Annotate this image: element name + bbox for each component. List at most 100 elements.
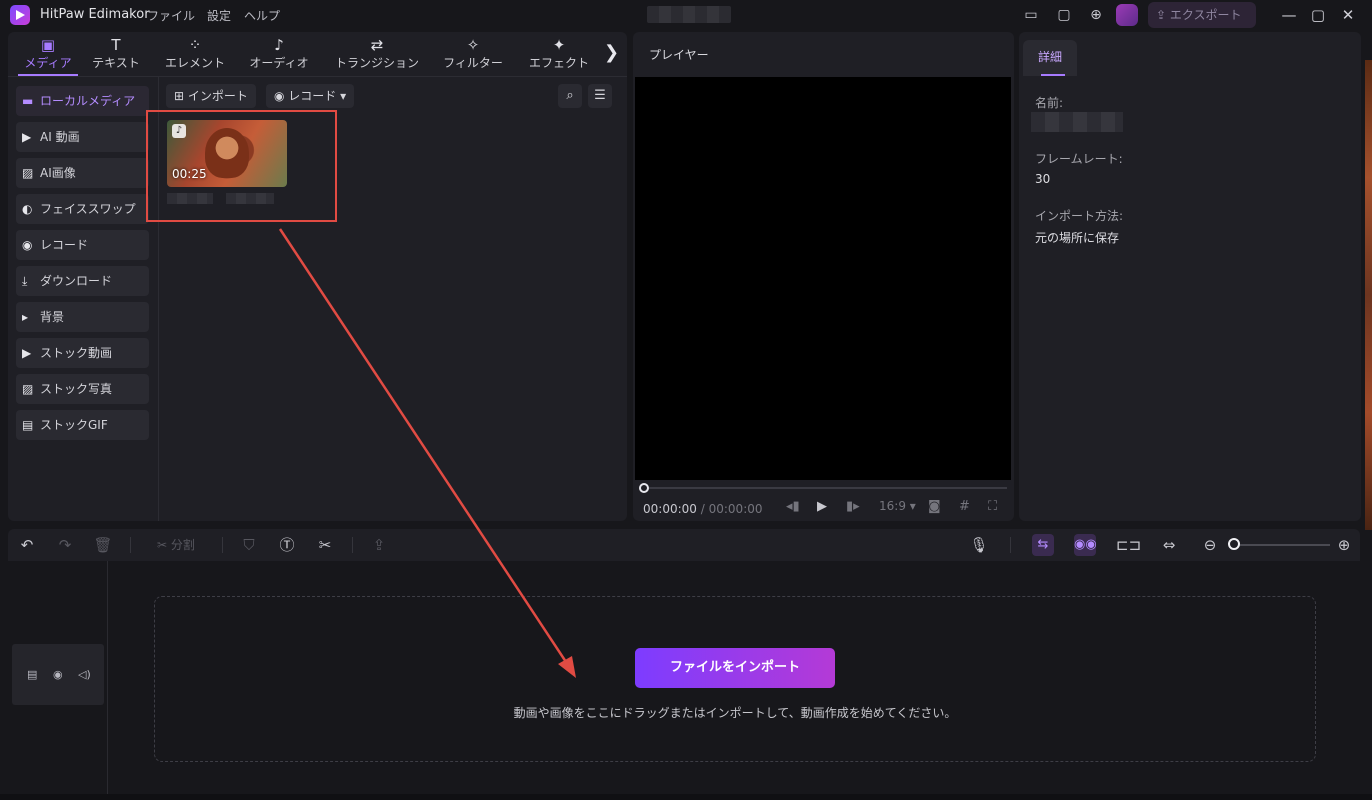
zoom-slider-track[interactable] xyxy=(1234,544,1330,546)
caret-down-icon: ▾ xyxy=(336,89,347,103)
tab-audio[interactable]: ♪ オーディオ xyxy=(244,36,314,74)
film-icon[interactable]: ▤ xyxy=(27,668,37,681)
play-icon[interactable]: ▶ xyxy=(817,499,827,514)
volume-icon[interactable]: ◁) xyxy=(78,668,91,681)
next-frame-icon[interactable]: ▮▸ xyxy=(846,499,860,514)
import-button[interactable]: ⊞ インポート xyxy=(166,84,256,108)
ai-video-icon: ▶ xyxy=(22,130,32,144)
folder-icon: ▬ xyxy=(22,94,34,108)
fit-width-icon[interactable]: ⇔ xyxy=(1158,534,1180,556)
clip-name-redacted xyxy=(226,193,274,204)
current-time: 00:00:00 xyxy=(643,502,697,516)
zoom-out-icon[interactable]: ⊖ xyxy=(1200,534,1220,556)
import-file-button[interactable]: ファイルをインポート xyxy=(635,648,835,688)
avatar[interactable] xyxy=(1116,4,1138,26)
project-title-redacted xyxy=(647,6,731,23)
eye-icon[interactable]: ◉ xyxy=(53,668,63,681)
split-button[interactable]: ✂ 分割 xyxy=(148,534,204,556)
sidebar-item-label: AI画像 xyxy=(40,166,76,180)
upload-box-icon[interactable]: ⇪ xyxy=(368,534,390,556)
tab-transition[interactable]: ⇄ トランジション xyxy=(330,36,424,74)
thumbnail-image xyxy=(205,128,249,178)
sidebar-item-ai-video[interactable]: ▶ AI 動画 xyxy=(16,122,149,152)
tab-filter-label: フィルター xyxy=(443,56,503,70)
plus-box-icon: ⊞ xyxy=(174,89,188,103)
minimize-button[interactable]: — xyxy=(1278,4,1300,26)
download-icon: ⤓ xyxy=(22,274,28,288)
redo-icon[interactable]: ↷ xyxy=(54,534,76,556)
menu-settings[interactable]: 設定 xyxy=(207,7,231,24)
zoom-slider-handle[interactable] xyxy=(1228,538,1240,550)
menu-help[interactable]: ヘルプ xyxy=(244,7,280,24)
sidebar-item-record[interactable]: ◉ レコード xyxy=(16,230,149,260)
cut-region-icon[interactable]: ✂ xyxy=(314,534,336,556)
transition-icon: ⇄ xyxy=(370,36,384,54)
undo-icon[interactable]: ↶ xyxy=(16,534,38,556)
text-box-icon[interactable]: Ⓣ xyxy=(276,534,298,556)
sidebar-item-face-swap[interactable]: ◐ フェイススワップ xyxy=(16,194,149,224)
fullscreen-icon[interactable]: ⛶ xyxy=(988,499,997,514)
zoom-in-icon[interactable]: ⊕ xyxy=(1334,534,1354,556)
sidebar-item-stock-gif[interactable]: ▤ ストックGIF xyxy=(16,410,149,440)
camera-icon[interactable]: ◙ xyxy=(928,499,941,514)
layout-icon[interactable]: ▭ xyxy=(1021,6,1041,24)
split-clip-icon[interactable]: ⊏⊐ xyxy=(1116,534,1141,556)
tab-element[interactable]: ⁘ エレメント xyxy=(160,36,230,74)
active-tab-indicator xyxy=(1041,74,1065,76)
close-button[interactable]: ✕ xyxy=(1337,4,1359,26)
sidebar-item-label: レコード xyxy=(40,238,89,252)
tab-media[interactable]: ▣ メディア xyxy=(18,36,78,74)
grid-icon[interactable]: # xyxy=(959,499,970,514)
maximize-button[interactable]: ▢ xyxy=(1307,4,1329,26)
record-icon: ◉ xyxy=(274,89,289,103)
scrub-track[interactable] xyxy=(643,487,1007,489)
media-icon: ▣ xyxy=(40,36,56,54)
search-icon[interactable]: ⌕ xyxy=(558,84,582,108)
caret-down-icon: ▾ xyxy=(905,499,916,513)
sidebar-item-download[interactable]: ⤓ ダウンロード xyxy=(16,266,149,296)
shield-icon[interactable]: ⛉ xyxy=(238,534,260,556)
effect-icon: ✦ xyxy=(552,36,566,54)
tab-text[interactable]: T テキスト xyxy=(88,36,144,74)
delete-icon[interactable]: 🗑 xyxy=(92,534,114,556)
record-label: レコード xyxy=(288,89,337,103)
download-icon[interactable]: ⊕ xyxy=(1086,6,1106,24)
toolbar-divider xyxy=(130,537,131,553)
microphone-icon[interactable]: 🎙 xyxy=(968,534,990,556)
framerate-label: フレームレート: xyxy=(1035,152,1123,166)
chevron-right-icon[interactable]: ❯ xyxy=(604,42,619,63)
previous-frame-icon[interactable]: ◂▮ xyxy=(786,499,800,514)
sidebar-item-label: ストック写真 xyxy=(40,382,113,396)
sidebar-item-local-media[interactable]: ▬ ローカルメディア xyxy=(16,86,149,116)
feedback-icon[interactable]: ▢ xyxy=(1054,6,1074,24)
export-button[interactable]: ⇪ エクスポート xyxy=(1148,2,1256,28)
ai-assist-icon[interactable]: ◉◉ xyxy=(1074,534,1097,556)
sidebar-item-stock-video[interactable]: ▶ ストック動画 xyxy=(16,338,149,368)
record-icon: ◉ xyxy=(22,238,33,252)
magnet-link-icon[interactable]: ⇆ xyxy=(1032,534,1054,556)
tab-effect[interactable]: ✦ エフェクト xyxy=(524,36,594,74)
stock-video-icon: ▶ xyxy=(22,346,32,360)
text-icon: T xyxy=(111,36,121,54)
sidebar-item-background[interactable]: ▸ 背景 xyxy=(16,302,149,332)
record-dropdown[interactable]: ◉ レコード ▾ xyxy=(266,84,355,108)
sidebar-item-ai-image[interactable]: ▨ AI画像 xyxy=(16,158,149,188)
media-clip-thumbnail[interactable]: ♪ 00:25 xyxy=(167,120,287,187)
tab-filter[interactable]: ✧ フィルター xyxy=(438,36,508,74)
export-icon: ⇪ xyxy=(1156,8,1170,22)
stock-gif-icon: ▤ xyxy=(22,418,34,432)
aspect-ratio-value: 16:9 xyxy=(879,499,906,513)
sort-icon[interactable]: ☰ xyxy=(588,84,612,108)
tab-element-label: エレメント xyxy=(164,56,225,70)
sidebar-item-stock-photo[interactable]: ▨ ストック写真 xyxy=(16,374,149,404)
face-swap-icon: ◐ xyxy=(22,202,33,216)
scrub-handle[interactable] xyxy=(639,483,649,493)
player-screen[interactable] xyxy=(635,77,1011,480)
clip-duration: 00:25 xyxy=(172,167,207,181)
import-method-label: インポート方法: xyxy=(1035,209,1124,223)
drop-hint-text: 動画や画像をここにドラッグまたはインポートして、動画作成を始めてください。 xyxy=(513,706,957,720)
menu-file[interactable]: ファイル xyxy=(147,7,195,24)
aspect-ratio-dropdown[interactable]: 16:9 ▾ xyxy=(879,499,916,513)
tab-details[interactable]: 詳細 xyxy=(1023,40,1077,76)
stock-photo-icon: ▨ xyxy=(22,382,34,396)
